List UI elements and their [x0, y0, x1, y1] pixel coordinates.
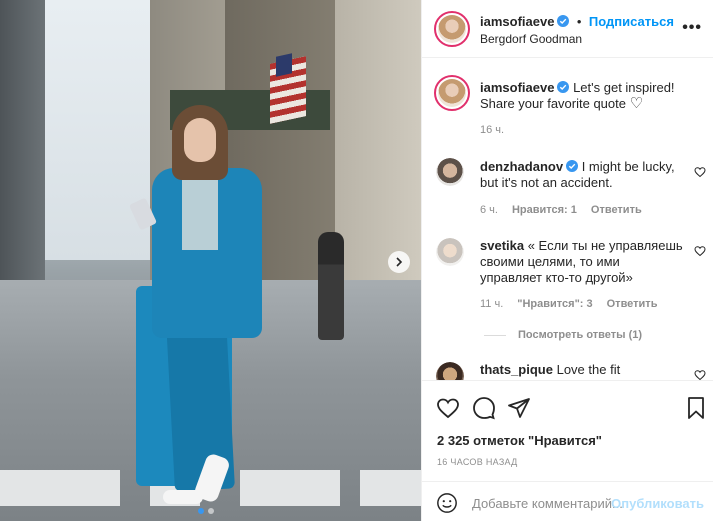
heart-icon[interactable] [436, 396, 460, 420]
publish-button[interactable]: Опубликовать [611, 496, 704, 511]
post-photo[interactable] [0, 0, 421, 521]
next-slide-button[interactable] [388, 251, 410, 273]
avatar[interactable] [434, 75, 470, 111]
next-arrow-icon [396, 257, 403, 267]
share-icon[interactable] [507, 396, 531, 420]
caption-author[interactable]: iamsofiaeve [480, 80, 554, 95]
bookmark-icon[interactable] [684, 396, 708, 420]
caption-text: iamsofiaeve Let's get inspired! Share yo… [480, 80, 690, 112]
view-replies-button[interactable]: Посмотреть ответы (1) [484, 329, 642, 341]
likes-count[interactable]: 2 325 отметок "Нравится" [437, 433, 602, 448]
heart-icon[interactable] [694, 166, 706, 178]
comment-likes[interactable]: "Нравится": 3 [517, 298, 592, 310]
more-icon[interactable]: ••• [682, 19, 702, 37]
comment-author[interactable]: svetika [480, 238, 524, 253]
post-header: iamsofiaeve • Подписаться Bergdorf Goodm… [422, 0, 713, 58]
comment-body: Love the fit [556, 362, 621, 377]
post-panel: iamsofiaeve • Подписаться Bergdorf Goodm… [421, 0, 713, 521]
crosswalk-stripe [240, 470, 340, 506]
add-comment-bar: Опубликовать [422, 481, 713, 521]
heart-icon[interactable] [694, 369, 706, 380]
comment-text: svetika « Если ты не управляешь своими ц… [480, 238, 685, 286]
comment-meta: 6 ч. Нравится: 1 Ответить [480, 204, 642, 216]
comment-time: 6 ч. [480, 204, 498, 216]
author-username[interactable]: iamsofiaeve [480, 14, 554, 29]
comments-list[interactable]: iamsofiaeve Let's get inspired! Share yo… [422, 58, 713, 380]
verified-icon [557, 15, 570, 27]
comment-text: thats_pique Love the fit [480, 362, 680, 378]
separator-dot: • [576, 14, 582, 29]
caption-time: 16 ч. [480, 124, 505, 136]
comment-likes[interactable]: Нравится: 1 [512, 204, 577, 216]
background-pedestrian [318, 232, 344, 340]
caption-meta: 16 ч. [480, 124, 504, 136]
reply-button[interactable]: Ответить [591, 204, 642, 216]
emoji-icon[interactable] [436, 492, 458, 514]
carousel-dot [208, 508, 214, 514]
figure-face [184, 118, 216, 162]
heart-icon[interactable] [694, 245, 706, 257]
location-link[interactable]: Bergdorf Goodman [480, 32, 582, 46]
comment-time: 11 ч. [480, 298, 504, 310]
avatar[interactable] [436, 362, 464, 380]
carousel-dots [198, 508, 214, 514]
verified-icon [566, 160, 579, 172]
comment-input[interactable] [472, 492, 622, 514]
comment-meta: 11 ч. "Нравится": 3 Ответить [480, 298, 657, 310]
avatar[interactable] [436, 238, 464, 266]
replies-divider [484, 334, 506, 336]
comment-author[interactable]: denzhadanov [480, 159, 563, 174]
comment-text: denzhadanov I might be lucky, but it's n… [480, 159, 680, 191]
view-replies-label: Посмотреть ответы (1) [518, 329, 643, 341]
building [0, 0, 45, 290]
comment-icon[interactable] [472, 396, 496, 420]
post-time: 16 ЧАСОВ НАЗАД [437, 457, 518, 467]
crosswalk-stripe [360, 470, 421, 506]
comment-author[interactable]: thats_pique [480, 362, 553, 377]
follow-button[interactable]: Подписаться [589, 14, 674, 29]
verified-icon [557, 81, 570, 93]
heart-emoji: ♡ [629, 95, 644, 112]
flag-canton [276, 53, 292, 77]
header-title-row: iamsofiaeve • Подписаться [480, 13, 674, 31]
carousel-dot [198, 508, 204, 514]
crosswalk-stripe [0, 470, 120, 506]
avatar[interactable] [434, 11, 470, 47]
avatar[interactable] [436, 158, 464, 186]
reply-button[interactable]: Ответить [607, 298, 658, 310]
